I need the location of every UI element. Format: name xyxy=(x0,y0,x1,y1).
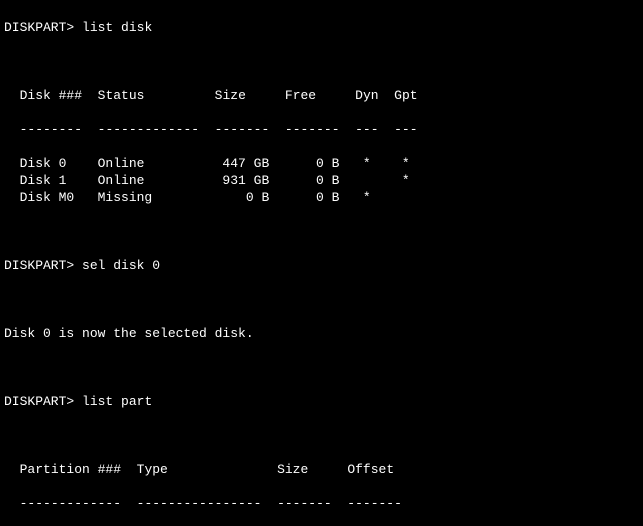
terminal-output: DISKPART> list disk Disk ### Status Size… xyxy=(0,0,643,526)
disk-sep: -------- ------------- ------- ------- -… xyxy=(4,121,639,138)
part-header: Partition ### Type Size Offset xyxy=(4,461,639,478)
part-sep: ------------- ---------------- ------- -… xyxy=(4,495,639,512)
command-list-disk: list disk xyxy=(82,20,152,35)
disk-header: Disk ### Status Size Free Dyn Gpt xyxy=(4,87,639,104)
table-row: Disk 1 Online 931 GB 0 B * xyxy=(4,172,639,189)
table-row: Disk M0 Missing 0 B 0 B * xyxy=(4,189,639,206)
command-list-part: list part xyxy=(82,394,152,409)
prompt: DISKPART> xyxy=(4,20,74,35)
prompt: DISKPART> xyxy=(4,258,74,273)
table-row: Disk 0 Online 447 GB 0 B * * xyxy=(4,155,639,172)
selected-disk-message: Disk 0 is now the selected disk. xyxy=(4,325,639,342)
prompt: DISKPART> xyxy=(4,394,74,409)
command-sel-disk: sel disk 0 xyxy=(82,258,160,273)
